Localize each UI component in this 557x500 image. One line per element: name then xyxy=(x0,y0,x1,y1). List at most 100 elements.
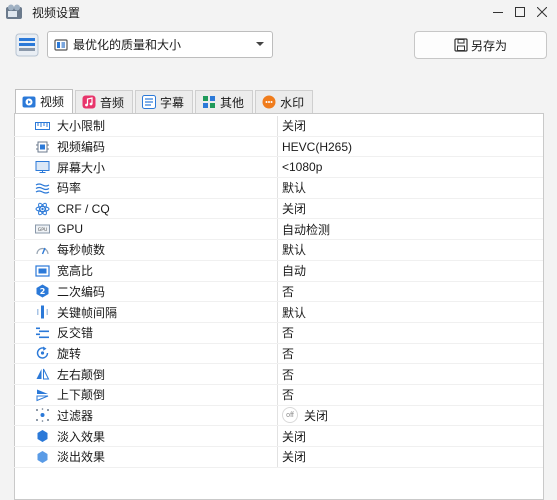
save-as-button[interactable]: 另存为 xyxy=(414,31,547,59)
flip-horizontal-icon xyxy=(36,368,50,380)
svg-text:GPU: GPU xyxy=(38,227,48,233)
setting-row-rotate[interactable]: 旋转 否 xyxy=(13,343,543,365)
setting-row-size-limit[interactable]: 大小限制 关闭 xyxy=(13,116,543,137)
setting-label: 视频编码 xyxy=(57,140,106,155)
setting-row-video-codec[interactable]: 视频编码 HEVC(H265) xyxy=(13,136,543,158)
setting-label: 过滤器 xyxy=(57,408,94,423)
preset-selected-value: 最优化的质量和大小 xyxy=(73,38,182,52)
tab-watermark[interactable]: 水印 xyxy=(255,90,314,113)
filter-icon xyxy=(36,408,49,423)
setting-value: 默认 xyxy=(282,243,307,258)
settings-grid: 大小限制 关闭 视频编码 HEVC(H265) 屏幕大小 <1080p 码率 默… xyxy=(13,116,543,468)
fade-in-icon xyxy=(37,430,48,443)
grid-icon xyxy=(203,96,216,108)
preset-dropdown[interactable]: 最优化的质量和大小 xyxy=(47,31,273,58)
setting-label: 大小限制 xyxy=(57,119,106,134)
monitor-icon xyxy=(35,161,50,174)
app-camera-icon xyxy=(6,4,22,19)
setting-row-deinterlace[interactable]: 反交错 否 xyxy=(13,322,543,344)
setting-row-gpu[interactable]: GPU GPU 自动检测 xyxy=(13,219,543,241)
setting-value: 关闭 xyxy=(282,119,307,134)
minimize-button[interactable] xyxy=(487,2,509,22)
setting-value: 关闭 xyxy=(282,450,307,465)
svg-text:2: 2 xyxy=(40,287,46,296)
setting-value: HEVC(H265) xyxy=(282,139,353,154)
maximize-icon xyxy=(515,7,525,17)
two-pass-icon: 2 xyxy=(36,284,49,298)
tab-label: 视频 xyxy=(40,95,65,109)
setting-value: 默认 xyxy=(282,305,307,320)
deinterlace-icon xyxy=(36,327,49,338)
setting-row-screen-size[interactable]: 屏幕大小 <1080p xyxy=(13,157,543,179)
setting-label: 每秒帧数 xyxy=(57,243,106,258)
close-icon xyxy=(537,7,547,17)
setting-label: 左右颠倒 xyxy=(57,367,106,382)
tab-video[interactable]: 视频 xyxy=(15,89,74,113)
minimize-icon xyxy=(493,12,503,13)
window-controls xyxy=(487,2,553,22)
setting-row-fade-in[interactable]: 淡入效果 关闭 xyxy=(13,426,543,447)
setting-row-aspect-ratio[interactable]: 宽高比 自动 xyxy=(13,260,543,282)
setting-row-filter[interactable]: 过滤器 off 关闭 xyxy=(13,405,543,427)
setting-label: GPU xyxy=(57,222,84,237)
fade-out-icon xyxy=(37,450,48,463)
setting-row-flip-horizontal[interactable]: 左右颠倒 否 xyxy=(13,364,543,385)
tab-label: 其他 xyxy=(220,95,245,110)
close-button[interactable] xyxy=(531,2,553,22)
off-badge-icon: off xyxy=(282,407,298,424)
maximize-button[interactable] xyxy=(509,2,531,22)
setting-label: 二次编码 xyxy=(57,284,106,299)
save-as-label: 另存为 xyxy=(470,38,507,53)
setting-row-bitrate[interactable]: 码率 默认 xyxy=(13,178,543,199)
setting-value: 否 xyxy=(282,367,295,382)
setting-row-fade-out[interactable]: 淡出效果 关闭 xyxy=(13,447,543,468)
tab-subtitle[interactable]: 字幕 xyxy=(135,90,194,113)
chip-icon xyxy=(36,141,49,153)
setting-label: CRF / CQ xyxy=(57,201,110,216)
setting-value: 自动检测 xyxy=(282,222,331,237)
setting-label: 码率 xyxy=(57,181,82,196)
setting-row-two-pass[interactable]: 2 二次编码 否 xyxy=(13,281,543,303)
setting-row-flip-vertical[interactable]: 上下颠倒 否 xyxy=(13,384,543,406)
setting-value: 否 xyxy=(282,284,295,299)
setting-value: 关闭 xyxy=(282,429,307,444)
tab-bar: 视频 音频 字幕 其他 水印 xyxy=(15,89,315,113)
tab-audio[interactable]: 音频 xyxy=(75,90,134,113)
setting-row-crf-cq[interactable]: CRF / CQ 关闭 xyxy=(13,198,543,220)
setting-row-keyframe-interval[interactable]: 关键帧间隔 默认 xyxy=(13,302,543,323)
speedometer-icon xyxy=(36,247,49,255)
setting-label: 淡出效果 xyxy=(57,450,106,465)
ruler-icon xyxy=(35,121,50,130)
setting-value: 关闭 xyxy=(282,202,307,217)
tab-label: 水印 xyxy=(280,95,305,110)
music-icon xyxy=(82,95,96,109)
setting-value: 默认 xyxy=(282,181,307,196)
setting-row-fps[interactable]: 每秒帧数 默认 xyxy=(13,240,543,261)
tab-other[interactable]: 其他 xyxy=(195,90,254,113)
keyframe-icon xyxy=(37,305,48,319)
setting-label: 反交错 xyxy=(57,326,94,341)
setting-value: 自动 xyxy=(282,264,307,279)
gpu-icon: GPU xyxy=(35,224,50,234)
video-icon xyxy=(22,96,36,107)
setting-label: 旋转 xyxy=(57,346,82,361)
rotate-icon xyxy=(36,346,49,360)
setting-value: <1080p xyxy=(282,160,323,175)
setting-label: 宽高比 xyxy=(57,264,94,279)
tab-label: 字幕 xyxy=(160,95,185,110)
setting-value: 关闭 xyxy=(304,408,329,423)
film-icon xyxy=(54,38,68,51)
waves-icon xyxy=(35,183,50,194)
setting-value: 否 xyxy=(282,346,295,361)
preset-list-icon xyxy=(15,33,39,57)
setting-label: 关键帧间隔 xyxy=(57,305,118,320)
setting-value: 否 xyxy=(282,326,295,341)
subtitle-icon xyxy=(142,95,157,109)
setting-label: 屏幕大小 xyxy=(57,160,106,175)
window-title: 视频设置 xyxy=(32,5,81,20)
title-bar: 视频设置 xyxy=(0,0,557,24)
setting-label: 淡入效果 xyxy=(57,429,106,444)
aspect-ratio-icon xyxy=(35,265,50,277)
setting-value: 否 xyxy=(282,388,295,403)
watermark-icon xyxy=(262,95,276,109)
